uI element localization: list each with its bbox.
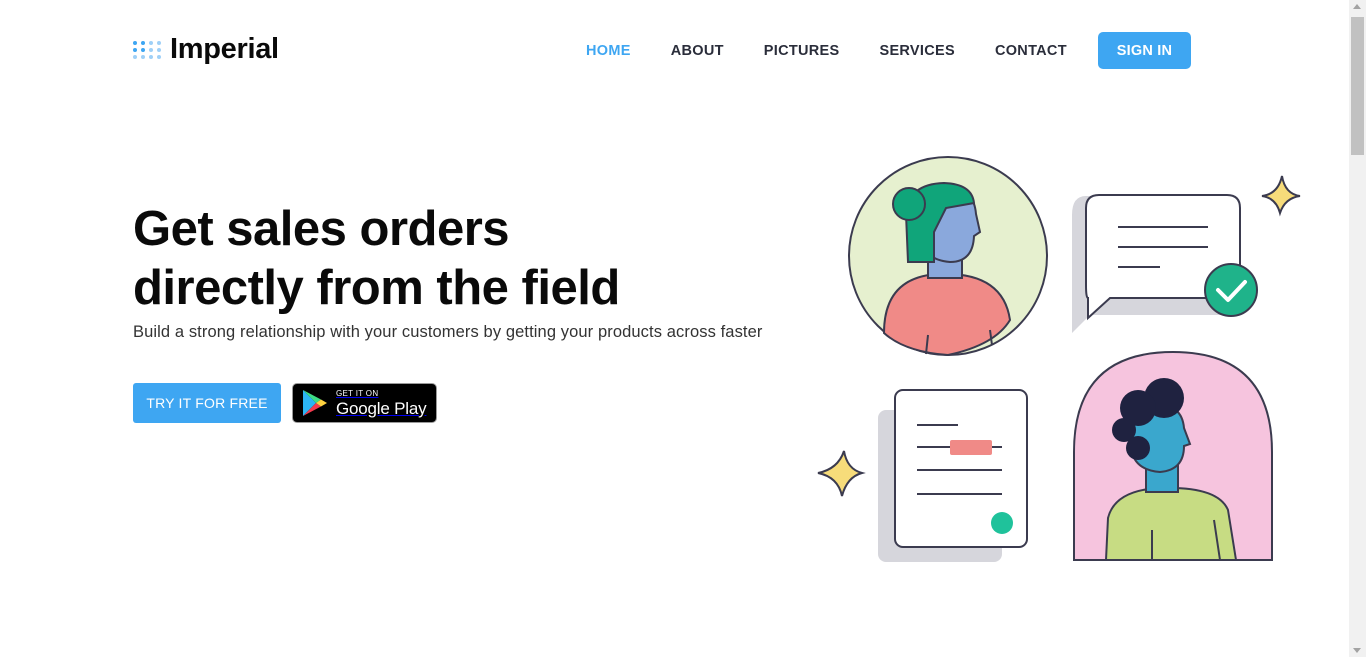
badge-big-text: Google Play [336,398,427,418]
nav-contact[interactable]: CONTACT [975,43,1087,59]
scroll-thumb[interactable] [1351,17,1364,155]
badge-small-text: GET IT ON [336,388,379,398]
sign-in-button[interactable]: SIGN IN [1098,32,1191,69]
google-play-badge[interactable]: GET IT ON Google Play [292,383,437,423]
google-play-icon [303,390,327,416]
chat-bubble-icon [1072,194,1241,333]
checkmark-icon [1204,263,1258,317]
nav-services[interactable]: SERVICES [859,43,974,59]
dot-grid-icon [133,40,161,59]
man-avatar-icon [1073,350,1273,561]
brand-name: Imperial [170,33,279,65]
landing-page: Imperial HOME ABOUT PICTURES SERVICES CO… [0,0,1349,657]
nav-about[interactable]: ABOUT [651,43,744,59]
woman-avatar-icon [848,156,1048,357]
nav-home[interactable]: HOME [566,43,651,59]
hero-illustration [817,156,1301,562]
hero-title: Get sales orders directly from the field [133,200,620,318]
nav-pictures[interactable]: PICTURES [744,43,860,59]
hero-title-line-2: directly from the field [133,261,620,315]
try-it-free-button[interactable]: TRY IT FOR FREE [133,383,281,423]
page-scrollbar[interactable] [1349,0,1366,657]
hero-subtitle: Build a strong relationship with your cu… [133,323,763,341]
scroll-down-arrow-icon[interactable] [1353,648,1361,653]
document-icon [878,389,1028,562]
hero-title-line-1: Get sales orders [133,202,510,256]
main-nav: HOME ABOUT PICTURES SERVICES CONTACT [566,32,1087,69]
scroll-up-arrow-icon[interactable] [1353,4,1361,9]
brand-logo[interactable]: Imperial [133,33,279,66]
